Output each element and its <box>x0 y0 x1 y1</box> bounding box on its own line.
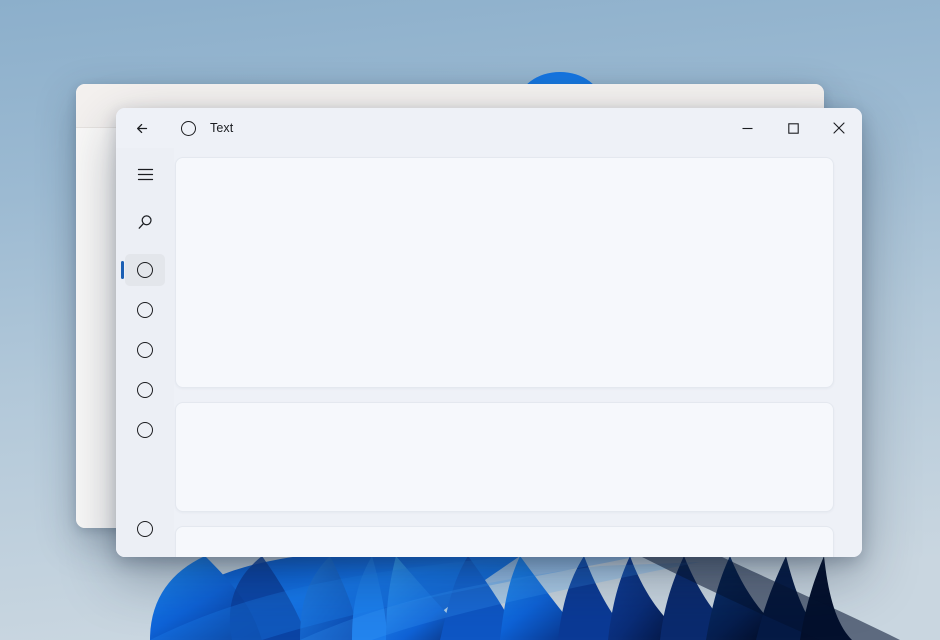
bloom-petals <box>150 556 900 640</box>
search-button[interactable] <box>125 206 165 238</box>
titlebar[interactable]: Text <box>116 108 862 148</box>
sidebar-item-1[interactable] <box>121 254 165 286</box>
circle-icon <box>137 262 153 278</box>
sidebar-item-5[interactable] <box>125 414 165 446</box>
maximize-button[interactable] <box>770 108 816 148</box>
circle-icon <box>137 302 153 318</box>
window-body <box>116 148 862 557</box>
back-button[interactable] <box>128 114 156 142</box>
maximize-icon <box>787 122 799 134</box>
close-icon <box>833 122 845 134</box>
minimize-button[interactable] <box>724 108 770 148</box>
content-area <box>174 148 862 557</box>
search-icon <box>138 214 152 229</box>
content-card-1[interactable] <box>175 157 834 388</box>
desktop: Text <box>0 0 940 640</box>
window-controls <box>724 108 862 148</box>
titlebar-left-group: Text <box>116 108 233 148</box>
circle-icon <box>137 382 153 398</box>
circle-icon <box>137 422 153 438</box>
sidebar-item-2[interactable] <box>125 294 165 326</box>
circle-icon <box>137 521 153 537</box>
content-card-2[interactable] <box>175 402 834 512</box>
sidebar-item-3[interactable] <box>125 334 165 366</box>
navigation-sidebar[interactable] <box>116 148 174 557</box>
hamburger-menu-button[interactable] <box>125 158 165 190</box>
circle-icon <box>137 342 153 358</box>
back-arrow-icon <box>136 123 147 133</box>
sidebar-item-bottom[interactable] <box>125 513 165 545</box>
sidebar-item-4[interactable] <box>125 374 165 406</box>
circle-icon <box>180 120 196 136</box>
window-title: Text <box>210 121 234 135</box>
close-button[interactable] <box>816 108 862 148</box>
app-icon <box>174 114 202 142</box>
minimize-icon <box>742 127 752 129</box>
app-window[interactable]: Text <box>116 108 862 557</box>
content-card-3[interactable] <box>175 526 834 557</box>
hamburger-icon <box>137 168 153 180</box>
